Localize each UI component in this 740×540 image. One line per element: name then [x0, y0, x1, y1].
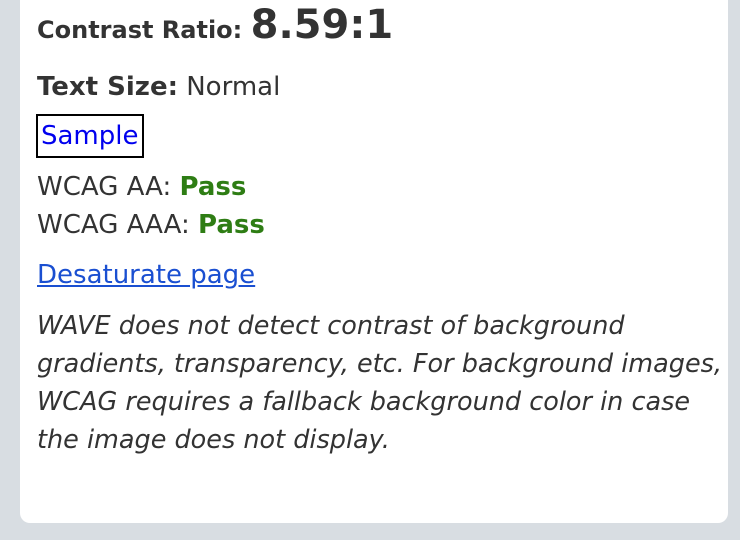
- contrast-details-panel: Contrast Ratio: 8.59:1 Text Size: Normal…: [20, 0, 728, 523]
- wcag-aaa-row: WCAG AAA: Pass: [37, 210, 265, 240]
- wcag-aa-result: Pass: [179, 172, 247, 202]
- wcag-aaa-result: Pass: [197, 210, 265, 240]
- text-size-value: Normal: [186, 72, 281, 102]
- wcag-aaa-label: WCAG AAA:: [37, 210, 190, 240]
- contrast-sample-preview: Sample: [36, 114, 144, 158]
- contrast-limitations-note: WAVE does not detect contrast of backgro…: [37, 311, 723, 455]
- contrast-ratio-row: Contrast Ratio: 8.59:1: [37, 2, 393, 48]
- text-size-row: Text Size: Normal: [37, 72, 280, 102]
- wcag-aa-label: WCAG AA:: [37, 172, 172, 202]
- contrast-ratio-label: Contrast Ratio:: [37, 16, 243, 44]
- desaturate-page-link[interactable]: Desaturate page: [37, 260, 255, 290]
- wcag-aa-row: WCAG AA: Pass: [37, 172, 246, 202]
- text-size-label: Text Size:: [37, 72, 178, 102]
- contrast-ratio-value: 8.59:1: [250, 2, 394, 48]
